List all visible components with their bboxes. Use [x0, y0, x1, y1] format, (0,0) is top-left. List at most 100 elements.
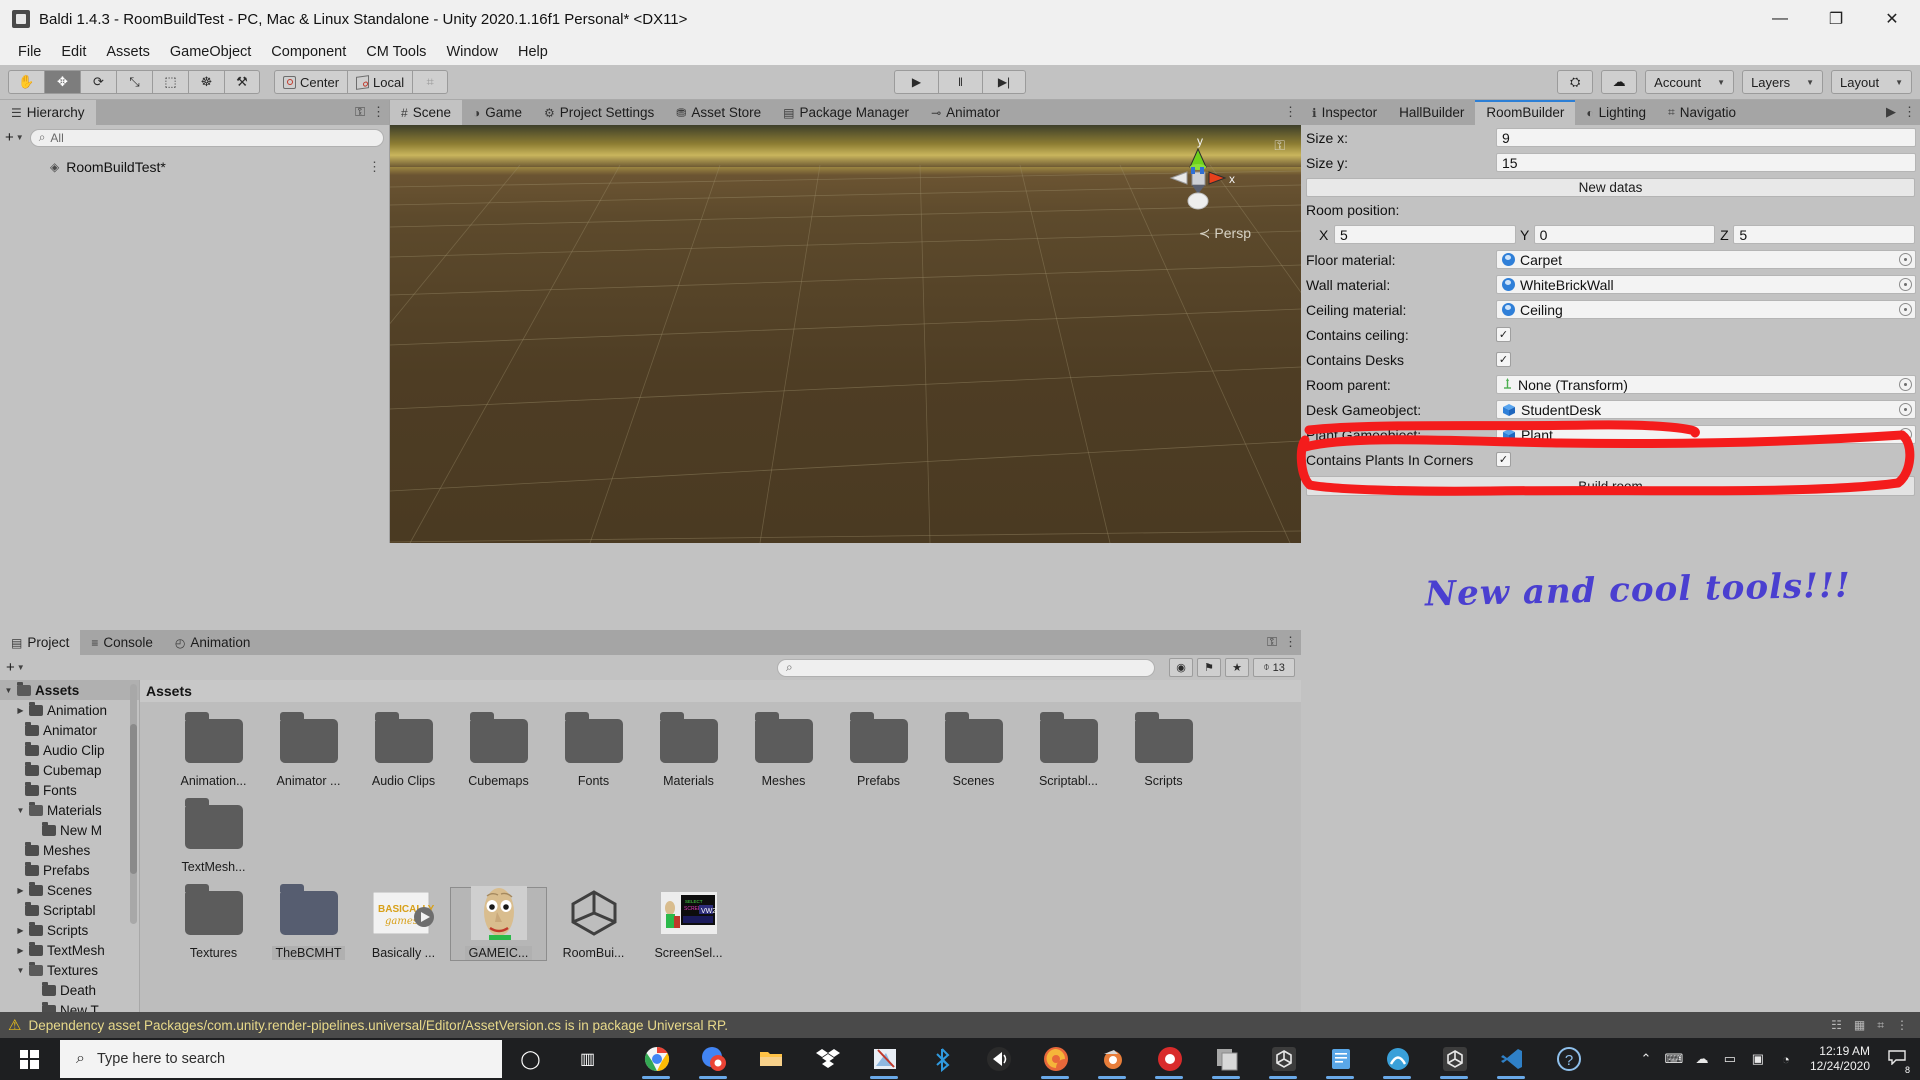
object-picker-icon[interactable] — [1899, 303, 1912, 316]
start-button[interactable] — [0, 1038, 58, 1080]
notification-center-button[interactable]: 8 — [1880, 1038, 1914, 1080]
asset-item-animations[interactable]: Animation... — [166, 712, 261, 788]
taskbar-app-vscode[interactable] — [1483, 1038, 1540, 1080]
room-parent-object-field[interactable]: None (Transform) — [1496, 375, 1916, 394]
scene-orientation-gizmo[interactable]: y x — [1153, 131, 1243, 221]
volume-icon[interactable]: ◔ — [1772, 1038, 1800, 1080]
menu-item-file[interactable]: File — [8, 41, 51, 63]
tab-project-settings[interactable]: ⚙ Project Settings — [532, 100, 666, 125]
tab-console[interactable]: ≡ Console — [80, 630, 164, 655]
wall-material-object-field[interactable]: WhiteBrickWall — [1496, 275, 1916, 294]
tree-node-animator[interactable]: Animator — [0, 720, 139, 740]
filter-favorite-icon[interactable]: ★ — [1225, 658, 1249, 677]
object-picker-icon[interactable] — [1899, 378, 1912, 391]
chevron-right-icon[interactable]: ▶ — [16, 926, 25, 935]
cloud-icon[interactable]: ☁ — [1601, 70, 1638, 94]
taskbar-app-file-explorer[interactable] — [742, 1038, 799, 1080]
step-button[interactable]: ▶| — [982, 70, 1026, 94]
asset-item-screensel[interactable]: SELECT SCREEN VW2 ScreenSel... — [641, 888, 736, 960]
tab-scene[interactable]: # Scene — [390, 100, 462, 125]
taskbar-app-blender[interactable] — [1084, 1038, 1141, 1080]
asset-item-materials[interactable]: Materials — [641, 712, 736, 788]
hierarchy-search-input[interactable]: ⌕ All — [29, 128, 384, 147]
minimize-button[interactable]: — — [1752, 0, 1808, 38]
status-icon-4[interactable]: ⋮ — [1896, 1018, 1908, 1032]
taskbar-app-firefox[interactable] — [1027, 1038, 1084, 1080]
tab-hallbuilder[interactable]: HallBuilder — [1388, 100, 1476, 125]
rotate-tool-icon[interactable]: ⟳ — [80, 70, 116, 94]
tree-node-scripts[interactable]: ▶ Scripts — [0, 920, 139, 940]
desk-gameobject-object-field[interactable]: StudentDesk — [1496, 400, 1916, 419]
build-room-button[interactable]: Build room — [1306, 476, 1915, 496]
asset-item-animators[interactable]: Animator ... — [261, 712, 356, 788]
filter-type-icon[interactable]: ◉ — [1169, 658, 1193, 677]
tree-node-textures[interactable]: ▼ Textures — [0, 960, 139, 980]
chevron-right-icon[interactable]: ▶ — [16, 706, 25, 715]
network-icon[interactable]: ▣ — [1744, 1038, 1772, 1080]
taskbar-app-audacity[interactable] — [970, 1038, 1027, 1080]
object-picker-icon[interactable] — [1899, 253, 1912, 266]
chevron-right-icon[interactable]: ▶ — [16, 886, 25, 895]
scene-viewport[interactable]: y x ≺ Persp ⚿ — [390, 125, 1301, 543]
lock-icon[interactable]: ⚿ — [355, 104, 365, 120]
services-icon[interactable]: ⛭ — [1557, 70, 1594, 94]
chevron-down-icon[interactable]: ▼ — [4, 686, 13, 695]
layers-dropdown[interactable]: Layers ▼ — [1742, 70, 1824, 94]
contains-plants-checkbox[interactable]: ✓ — [1496, 452, 1511, 467]
hierarchy-item-scene[interactable]: ◈ RoomBuildTest* ⋮ — [0, 156, 389, 178]
tab-game[interactable]: ◑ Game — [461, 100, 533, 125]
hand-tool-icon[interactable]: ✋ — [8, 70, 44, 94]
tree-node-meshes[interactable]: Meshes — [0, 840, 139, 860]
taskbar-app-dropbox[interactable] — [799, 1038, 856, 1080]
tree-node-new-materials[interactable]: New M — [0, 820, 139, 840]
tree-node-audio-clips[interactable]: Audio Clip — [0, 740, 139, 760]
play-button[interactable]: ▶ — [894, 70, 938, 94]
tree-node-assets[interactable]: ▼ Assets — [0, 680, 139, 700]
move-tool-icon[interactable]: ✥ — [44, 70, 80, 94]
account-dropdown[interactable]: Account ▼ — [1645, 70, 1735, 94]
size-x-input[interactable]: 9 — [1496, 128, 1916, 147]
asset-item-scenes[interactable]: Scenes — [926, 712, 1021, 788]
maximize-button[interactable]: ❐ — [1808, 0, 1864, 38]
taskbar-app-copy[interactable] — [1198, 1038, 1255, 1080]
tree-node-death[interactable]: Death — [0, 980, 139, 1000]
status-icon-1[interactable]: ☷ — [1831, 1018, 1842, 1032]
object-picker-icon[interactable] — [1899, 403, 1912, 416]
pause-button[interactable]: ‖ — [938, 70, 982, 94]
project-search-input[interactable]: ⌕ — [777, 658, 1155, 677]
tab-roombuilder[interactable]: RoomBuilder — [1475, 100, 1576, 125]
cortana-button[interactable]: ◯ — [502, 1038, 559, 1080]
tab-overflow-icon[interactable]: ▶ — [1886, 104, 1896, 120]
project-add-button[interactable]: + ▼ — [6, 659, 25, 676]
tree-node-animation[interactable]: ▶ Animation — [0, 700, 139, 720]
hidden-packages-toggle[interactable]: ⌽ 13 — [1253, 658, 1295, 677]
taskbar-search-input[interactable]: ⌕ Type here to search — [60, 1040, 502, 1078]
scene-lock-icon[interactable]: ⚿ — [1274, 137, 1285, 154]
object-picker-icon[interactable] — [1899, 428, 1912, 441]
tree-scrollbar[interactable] — [130, 684, 137, 924]
handle-mode-button[interactable]: Local — [347, 70, 413, 94]
custom-tool-icon[interactable]: ⚒ — [224, 70, 260, 94]
floor-material-object-field[interactable]: Carpet — [1496, 250, 1916, 269]
tab-navigation[interactable]: ⌗ Navigatio — [1656, 100, 1748, 125]
task-view-button[interactable]: ▥ — [559, 1038, 616, 1080]
asset-item-cubemaps[interactable]: Cubemaps — [451, 712, 546, 788]
status-message[interactable]: Dependency asset Packages/com.unity.rend… — [28, 1018, 728, 1033]
asset-item-textmesh[interactable]: TextMesh... — [166, 798, 261, 874]
taskbar-app-chrome[interactable] — [628, 1038, 685, 1080]
ceiling-material-object-field[interactable]: Ceiling — [1496, 300, 1916, 319]
taskbar-app-unity2[interactable] — [1426, 1038, 1483, 1080]
lock-icon[interactable]: ⚿ — [1267, 634, 1277, 650]
taskbar-clock[interactable]: 12:19 AM 12/24/2020 — [1800, 1044, 1880, 1074]
row-menu-icon[interactable]: ⋮ — [368, 159, 381, 175]
asset-item-scripts[interactable]: Scripts — [1116, 712, 1211, 788]
menu-item-cm-tools[interactable]: CM Tools — [356, 41, 436, 63]
panel-menu-icon[interactable]: ⋮ — [1284, 634, 1297, 650]
show-hidden-icons[interactable]: ⌃ — [1632, 1038, 1660, 1080]
keyboard-icon[interactable]: ⌨ — [1660, 1038, 1688, 1080]
menu-item-gameobject[interactable]: GameObject — [160, 41, 261, 63]
asset-item-thebcmht[interactable]: TheBCMHT — [261, 884, 356, 960]
tree-node-new-textures[interactable]: New T — [0, 1000, 139, 1012]
asset-item-gameicon[interactable]: GAMEIC... — [450, 886, 547, 961]
transform-tool-icon[interactable]: ☸ — [188, 70, 224, 94]
